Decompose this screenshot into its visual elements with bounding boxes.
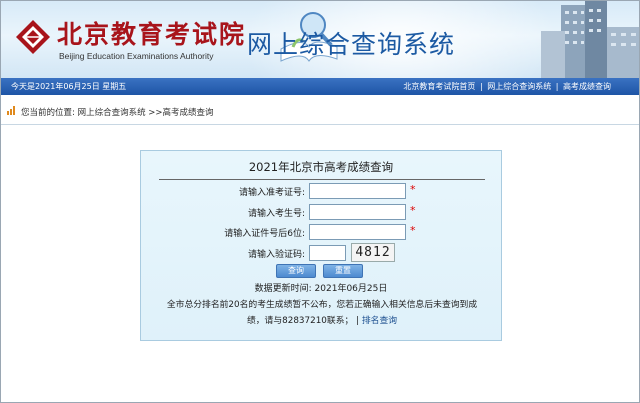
- top-nav-bar: 今天是2021年06月25日 星期五 北京教育考试院首页 | 网上综合查询系统 …: [1, 78, 639, 95]
- notice-line-1: 全市总分排名前20名的考生成绩暂不公布，您若正确输入相关信息后未查询到成: [166, 300, 478, 310]
- id-last6-row: 请输入证件号后6位: *: [141, 224, 501, 240]
- nav-link-score-query[interactable]: 高考成绩查询: [563, 82, 611, 91]
- org-name-en: Beijing Education Examinations Authority: [59, 51, 214, 61]
- notice-text: 全市总分排名前20名的考生成绩暂不公布，您若正确输入相关信息后未查询到成 绩，请…: [155, 297, 489, 329]
- form-title: 2021年北京市高考成绩查询: [248, 160, 394, 174]
- exam-id-label: 请输入准考证号:: [238, 188, 305, 198]
- breadcrumb: 您当前的位置: 网上综合查询系统 >>高考成绩查询: [1, 95, 639, 125]
- exam-id-input[interactable]: [309, 183, 406, 199]
- nav-separator: |: [479, 82, 483, 91]
- captcha-label: 请输入验证码:: [247, 250, 305, 260]
- nav-link-query-system[interactable]: 网上综合查询系统: [487, 82, 551, 91]
- breadcrumb-link-query-system[interactable]: 网上综合查询系统: [78, 108, 146, 118]
- candidate-id-row: 请输入考生号: *: [141, 204, 501, 220]
- title-divider: [159, 179, 485, 180]
- header-banner: 北京教育考试院 Beijing Education Examinations A…: [1, 1, 639, 78]
- reset-button[interactable]: 重置: [323, 264, 363, 278]
- ranking-query-link[interactable]: 排名查询: [362, 316, 397, 326]
- current-date: 今天是2021年06月25日 星期五: [11, 82, 127, 91]
- required-mark: *: [410, 224, 416, 237]
- breadcrumb-prefix: 您当前的位置:: [21, 108, 75, 118]
- captcha-row: 请输入验证码: 4812: [141, 243, 501, 262]
- nav-separator: |: [555, 82, 559, 91]
- site-title: 网上综合查询系统: [247, 30, 456, 59]
- id-last6-input[interactable]: [309, 224, 406, 240]
- score-query-form: 2021年北京市高考成绩查询 请输入准考证号: * 请输入考生号: * 请输入证…: [140, 150, 502, 341]
- required-mark: *: [410, 183, 416, 196]
- candidate-id-input[interactable]: [309, 204, 406, 220]
- exam-id-row: 请输入准考证号: *: [141, 183, 501, 199]
- captcha-image[interactable]: 4812: [351, 243, 395, 262]
- org-name: 北京教育考试院: [57, 20, 247, 49]
- nav-link-home[interactable]: 北京教育考试院首页: [403, 82, 475, 91]
- buildings-icon: [541, 1, 639, 78]
- required-mark: *: [410, 204, 416, 217]
- notice-line-2: 绩，请与82837210联系；: [246, 316, 354, 326]
- nav-links: 北京教育考试院首页 | 网上综合查询系统 | 高考成绩查询: [403, 81, 611, 92]
- org-logo-icon: [16, 20, 50, 54]
- id-last6-label: 请输入证件号后6位:: [224, 229, 305, 239]
- captcha-input[interactable]: [309, 245, 346, 261]
- update-time: 数据更新时间: 2021年06月25日: [254, 284, 388, 294]
- candidate-id-label: 请输入考生号:: [247, 209, 305, 219]
- page-frame: 北京教育考试院 Beijing Education Examinations A…: [0, 0, 640, 403]
- notice-separator: |: [353, 316, 362, 326]
- breadcrumb-current: >>高考成绩查询: [145, 108, 214, 118]
- location-icon: [7, 106, 15, 115]
- query-button[interactable]: 查询: [276, 264, 316, 278]
